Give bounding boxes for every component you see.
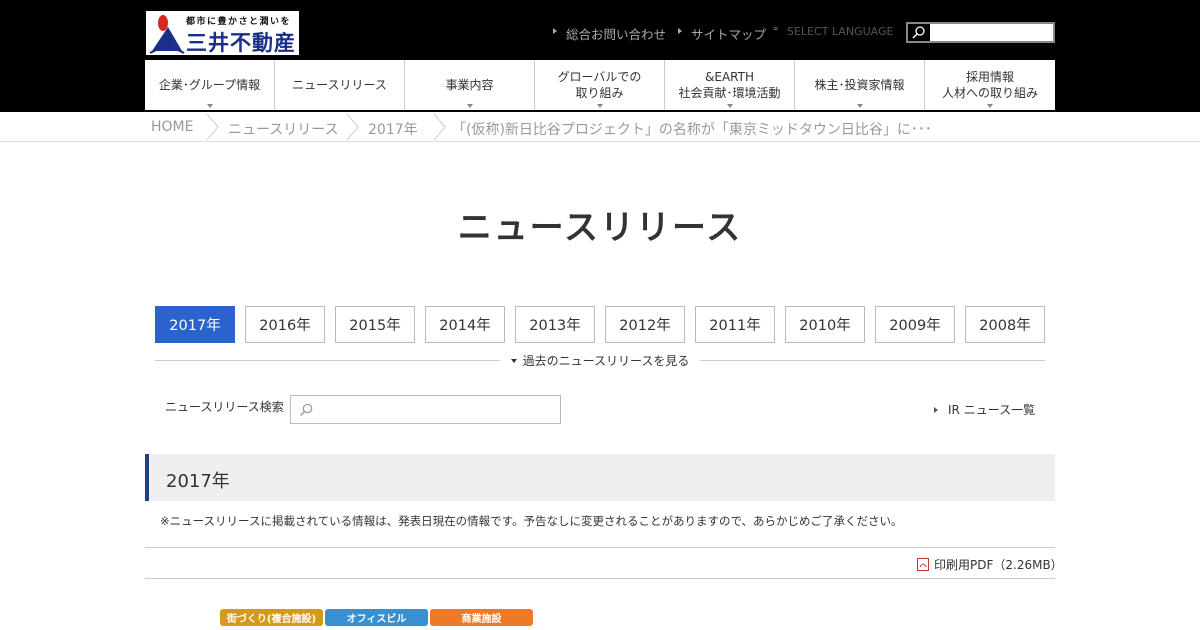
print-pdf-link[interactable]: 印刷用PDF（2.26MB） bbox=[917, 556, 1063, 573]
chevron-down-icon bbox=[206, 104, 213, 108]
chevron-down-icon bbox=[596, 104, 603, 108]
site-header: 都市に豊かさと潤いを 三井不動産 総合お問い合わせ サイトマップ ⁼ SELEC… bbox=[0, 0, 1200, 112]
breadcrumb-current: 「(仮称)新日比谷プロジェクト」の名称が「東京ミッドタウン日比谷」に･･･ bbox=[452, 122, 932, 138]
tag-urban-development: 街づくり(複合施設) bbox=[220, 609, 323, 626]
tab-2010[interactable]: 2010年 bbox=[785, 306, 865, 343]
nav-item-business[interactable]: 事業内容 bbox=[405, 60, 535, 110]
sitemap-link-label: サイトマップ bbox=[691, 27, 767, 42]
chevron-down-icon bbox=[466, 104, 473, 108]
search-icon bbox=[912, 26, 925, 39]
ir-news-link[interactable]: IR ニュース一覧 bbox=[934, 401, 1035, 418]
arrow-right-icon bbox=[934, 407, 938, 413]
triangle-down-icon bbox=[510, 359, 517, 363]
pdf-icon bbox=[917, 558, 929, 571]
tab-2008[interactable]: 2008年 bbox=[965, 306, 1045, 343]
breadcrumb-separator-icon bbox=[206, 113, 219, 141]
news-search-label: ニュースリリース検索 bbox=[165, 400, 284, 414]
chevron-down-icon bbox=[726, 104, 733, 108]
company-logo[interactable]: 都市に豊かさと潤いを 三井不動産 bbox=[145, 10, 300, 56]
nav-item-label: 企業･グループ情報 bbox=[158, 78, 261, 92]
breadcrumb-year[interactable]: 2017年 bbox=[368, 119, 418, 139]
print-pdf-label: 印刷用PDF（2.26MB） bbox=[934, 558, 1063, 572]
breadcrumb-separator-icon bbox=[346, 113, 359, 141]
contact-link-label: 総合お問い合わせ bbox=[566, 27, 667, 42]
breadcrumb-separator-icon bbox=[433, 113, 446, 141]
section-heading-label: 2017年 bbox=[166, 471, 230, 492]
chevron-down-icon bbox=[987, 104, 993, 108]
nav-item-recruit[interactable]: 採用情報 人材への取り組み bbox=[925, 60, 1055, 110]
breadcrumb-home[interactable]: HOME bbox=[151, 119, 193, 135]
nav-item-news-release[interactable]: ニュースリリース bbox=[275, 60, 405, 110]
nav-item-global[interactable]: グローバルでの 取り組み bbox=[535, 60, 665, 110]
chevron-down-icon bbox=[856, 104, 863, 108]
divider bbox=[145, 578, 1055, 579]
tab-2016[interactable]: 2016年 bbox=[245, 306, 325, 343]
language-selector[interactable]: ⁼ SELECT LANGUAGE bbox=[773, 22, 899, 42]
nav-item-label: 採用情報 人材への取り組み bbox=[941, 70, 1038, 100]
sitemap-link[interactable]: サイトマップ bbox=[678, 22, 767, 42]
divider bbox=[145, 547, 1055, 548]
logo-tagline: 都市に豊かさと潤いを bbox=[186, 17, 292, 27]
news-search-input[interactable] bbox=[319, 400, 554, 420]
page-title: ニュースリリース bbox=[457, 208, 743, 248]
nav-item-earth[interactable]: &EARTH 社会貢献･環境活動 bbox=[665, 60, 795, 110]
tab-2013[interactable]: 2013年 bbox=[515, 306, 595, 343]
logo-mark-icon bbox=[149, 15, 185, 54]
news-search-box bbox=[290, 395, 561, 424]
tab-2011[interactable]: 2011年 bbox=[695, 306, 775, 343]
breadcrumb: HOME ニュースリリース 2017年 「(仮称)新日比谷プロジェクト」の名称が… bbox=[0, 112, 1200, 142]
site-search-button[interactable] bbox=[908, 24, 930, 41]
tab-2014[interactable]: 2014年 bbox=[425, 306, 505, 343]
nav-item-label: ニュースリリース bbox=[292, 78, 387, 92]
site-search bbox=[906, 22, 1055, 43]
site-search-input[interactable] bbox=[931, 24, 1051, 41]
disclaimer-notice: ※ニュースリリースに掲載されている情報は、発表日現在の情報です。予告なしに変更さ… bbox=[160, 514, 903, 528]
contact-link[interactable]: 総合お問い合わせ bbox=[553, 22, 668, 42]
nav-item-investors[interactable]: 株主･投資家情報 bbox=[795, 60, 925, 110]
logo-company-name: 三井不動産 bbox=[186, 31, 296, 55]
past-news-toggle[interactable]: 過去のニュースリリースを見る bbox=[500, 352, 700, 370]
tab-2017[interactable]: 2017年 bbox=[155, 306, 235, 343]
arrow-right-icon bbox=[553, 28, 557, 34]
past-news-toggle-label: 過去のニュースリリースを見る bbox=[522, 354, 690, 368]
breadcrumb-news-release[interactable]: ニュースリリース bbox=[228, 119, 339, 139]
arrow-right-icon bbox=[678, 28, 682, 34]
nav-item-label: グローバルでの 取り組み bbox=[557, 70, 642, 100]
nav-item-label: 株主･投資家情報 bbox=[814, 78, 905, 92]
ir-news-link-label: IR ニュース一覧 bbox=[948, 403, 1036, 417]
tab-2009[interactable]: 2009年 bbox=[875, 306, 955, 343]
search-icon bbox=[300, 403, 313, 416]
nav-item-corporate[interactable]: 企業･グループ情報 bbox=[145, 60, 275, 110]
tag-commercial-facility: 商業施設 bbox=[430, 609, 533, 626]
section-heading: 2017年 bbox=[145, 454, 1055, 501]
tag-office-building: オフィスビル bbox=[325, 609, 428, 626]
year-tabs: 2017年 2016年 2015年 2014年 2013年 2012年 2011… bbox=[155, 306, 1045, 343]
tab-2015[interactable]: 2015年 bbox=[335, 306, 415, 343]
nav-item-label: 事業内容 bbox=[445, 78, 494, 92]
global-nav: 企業･グループ情報 ニュースリリース 事業内容 グローバルでの 取り組み &EA… bbox=[145, 60, 1055, 110]
language-selector-label: SELECT LANGUAGE bbox=[787, 25, 894, 38]
nav-item-label: &EARTH 社会貢献･環境活動 bbox=[678, 70, 781, 100]
tab-2012[interactable]: 2012年 bbox=[605, 306, 685, 343]
language-icon: ⁼ bbox=[773, 26, 779, 37]
